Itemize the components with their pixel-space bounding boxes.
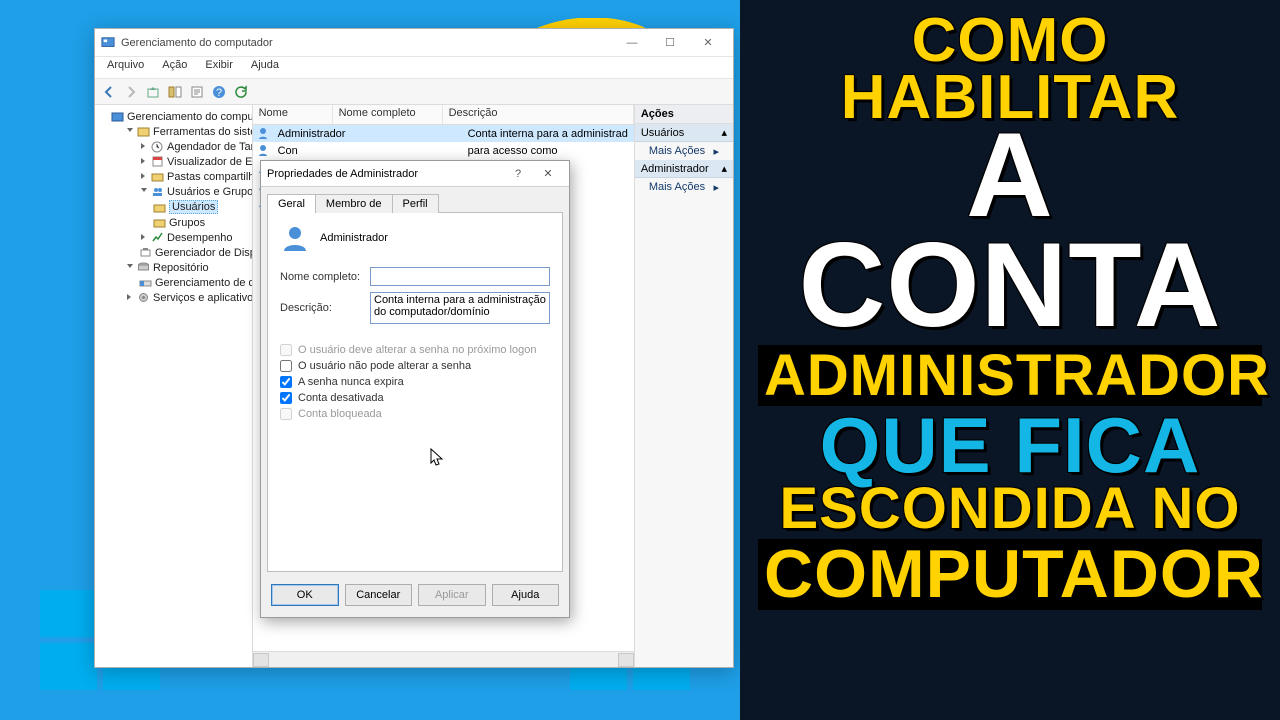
col-nome[interactable]: Nome	[253, 105, 333, 124]
fullname-input[interactable]	[370, 267, 550, 286]
tab-perfil[interactable]: Perfil	[392, 194, 439, 213]
tree-users[interactable]: Usuários	[153, 199, 250, 215]
tab-geral[interactable]: Geral	[267, 194, 316, 213]
export-button[interactable]	[187, 82, 207, 102]
svg-text:?: ?	[216, 87, 222, 99]
dialog-help-button[interactable]: ?	[503, 161, 533, 187]
show-hide-button[interactable]	[165, 82, 185, 102]
maximize-button[interactable]: ☐	[651, 29, 689, 57]
up-button[interactable]	[143, 82, 163, 102]
h-scrollbar[interactable]	[253, 651, 634, 667]
col-descricao[interactable]: Descrição	[443, 105, 634, 124]
apply-button[interactable]: Aplicar	[418, 584, 486, 606]
thumbnail-text-panel: COMO HABILITAR A CONTA ADMINISTRADOR QUE…	[740, 0, 1280, 720]
window-title: Gerenciamento do computador	[121, 37, 273, 49]
close-button[interactable]: ✕	[689, 29, 727, 57]
actions-more-1[interactable]: Mais Ações ▸	[635, 142, 733, 160]
tree-users-groups[interactable]: Usuários e Grupos Locais	[139, 184, 250, 199]
thumb-line-6: COMPUTADOR	[758, 539, 1262, 610]
tree-root[interactable]: Gerenciamento do computador (local)	[111, 109, 250, 124]
menu-exibir[interactable]: Exibir	[197, 57, 241, 78]
help-button[interactable]: Ajuda	[492, 584, 560, 606]
tree-scheduler[interactable]: Agendador de Tarefas	[139, 139, 250, 154]
chk-never-expires[interactable]: A senha nunca expira	[280, 376, 550, 388]
tree-services[interactable]: Serviços e aplicativos	[125, 290, 250, 305]
user-icon	[280, 223, 310, 253]
actions-group-admin[interactable]: Administrador▴	[635, 160, 733, 178]
cancel-button[interactable]: Cancelar	[345, 584, 413, 606]
chk-locked: Conta bloqueada	[280, 408, 550, 420]
thumb-line-4: QUE FICA	[750, 410, 1270, 482]
list-row[interactable]: AdministradorConta interna para a admini…	[253, 125, 634, 142]
fullname-label: Nome completo:	[280, 271, 362, 283]
thumb-line-2: A CONTA	[750, 120, 1270, 341]
titlebar[interactable]: Gerenciamento do computador — ☐ ✕	[95, 29, 733, 57]
chk-disabled[interactable]: Conta desativada	[280, 392, 550, 404]
tree-system-tools[interactable]: Ferramentas do sistema	[125, 124, 250, 139]
chk-cannot-change[interactable]: O usuário não pode alterar a senha	[280, 360, 550, 372]
menu-arquivo[interactable]: Arquivo	[99, 57, 152, 78]
chk-must-change: O usuário deve alterar a senha no próxim…	[280, 344, 550, 356]
tree-storage[interactable]: Repositório	[125, 260, 250, 275]
refresh-button[interactable]	[231, 82, 251, 102]
menubar: Arquivo Ação Exibir Ajuda	[95, 57, 733, 79]
minimize-button[interactable]: —	[613, 29, 651, 57]
tree-performance[interactable]: Desempenho	[139, 230, 250, 245]
description-label: Descrição:	[280, 302, 362, 314]
nav-tree[interactable]: Gerenciamento do computador (local) Ferr…	[95, 105, 253, 667]
user-name-label: Administrador	[320, 232, 388, 244]
dialog-title: Propriedades de Administrador	[267, 168, 418, 180]
actions-group-users[interactable]: Usuários▴	[635, 124, 733, 142]
collapse-icon: ▴	[721, 162, 727, 175]
help-button[interactable]: ?	[209, 82, 229, 102]
description-input[interactable]	[370, 292, 550, 324]
dialog-titlebar[interactable]: Propriedades de Administrador ? ✕	[261, 161, 569, 187]
tree-groups[interactable]: Grupos	[153, 215, 250, 230]
actions-more-2[interactable]: Mais Ações ▸	[635, 178, 733, 196]
tree-diskmgmt[interactable]: Gerenciamento de disco	[139, 275, 250, 290]
collapse-icon: ▴	[721, 126, 727, 139]
thumb-line-3: ADMINISTRADOR	[758, 345, 1262, 406]
tab-membro-de[interactable]: Membro de	[315, 194, 393, 213]
properties-dialog: Propriedades de Administrador ? ✕ Geral …	[260, 160, 570, 618]
tree-sharedfolders[interactable]: Pastas compartilhadas	[139, 169, 250, 184]
menu-ajuda[interactable]: Ajuda	[243, 57, 287, 78]
back-button[interactable]	[99, 82, 119, 102]
tree-devmgr[interactable]: Gerenciador de Dispositivos	[139, 245, 250, 260]
actions-pane: Ações Usuários▴ Mais Ações ▸ Administrad…	[634, 105, 733, 667]
ok-button[interactable]: OK	[271, 584, 339, 606]
toolbar: ?	[95, 79, 733, 105]
tree-eventviewer[interactable]: Visualizador de Eventos	[139, 154, 250, 169]
forward-button[interactable]	[121, 82, 141, 102]
list-header[interactable]: Nome Nome completo Descrição	[253, 105, 634, 125]
menu-acao[interactable]: Ação	[154, 57, 195, 78]
list-row[interactable]: Conpara acesso como	[253, 142, 634, 159]
dialog-buttons: OK Cancelar Aplicar Ajuda	[261, 578, 569, 612]
dialog-close-button[interactable]: ✕	[533, 161, 563, 187]
thumb-line-5: ESCONDIDA NO	[750, 482, 1270, 535]
dialog-tabs: Geral Membro de Perfil	[261, 187, 569, 212]
tab-page-geral: Administrador Nome completo: Descrição: …	[267, 212, 563, 572]
app-icon	[101, 36, 115, 50]
actions-header: Ações	[635, 105, 733, 124]
col-nome-completo[interactable]: Nome completo	[333, 105, 443, 124]
